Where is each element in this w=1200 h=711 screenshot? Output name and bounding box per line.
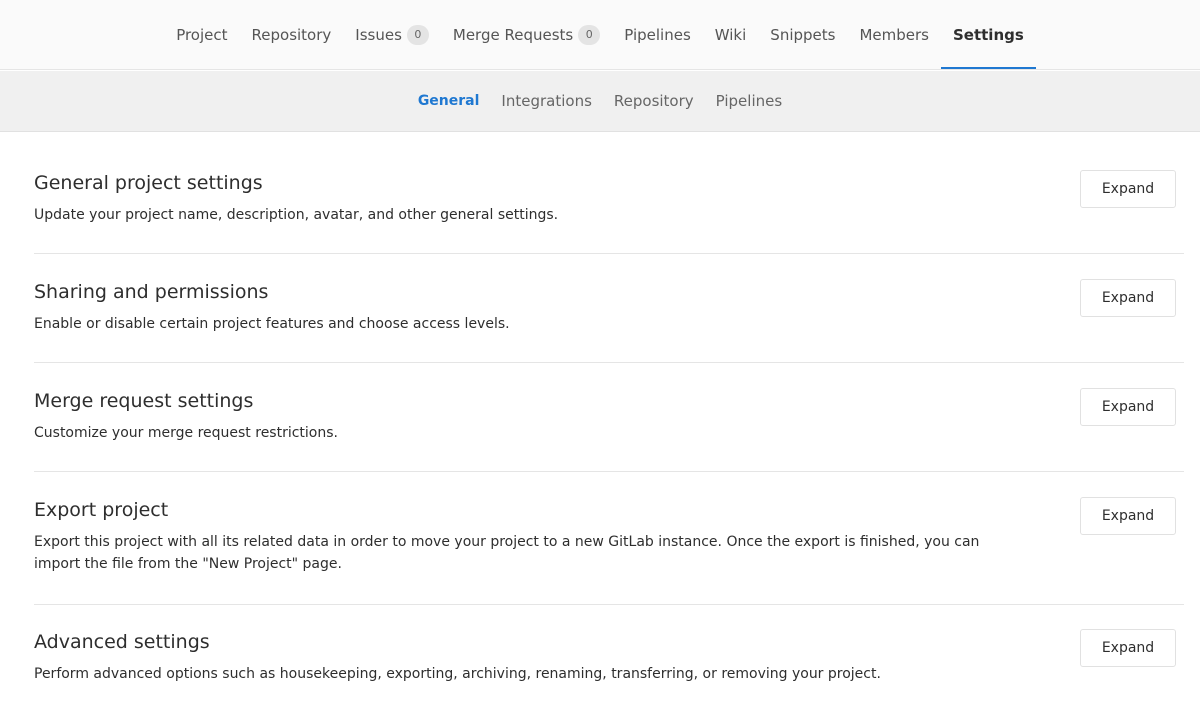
tab-label: Issues (355, 25, 402, 44)
expand-export-project-button[interactable]: Expand (1080, 497, 1176, 535)
tab-label: Pipelines (624, 25, 691, 44)
subtab-label: Repository (613, 92, 694, 110)
section-description: Customize your merge request restriction… (34, 425, 338, 441)
settings-sections: General project settings Update your pro… (34, 133, 1184, 705)
section-advanced-settings: Advanced settings Perform advanced optio… (34, 605, 1184, 705)
settings-subnav: General Integrations Repository Pipeline… (0, 71, 1200, 132)
issues-count-badge: 0 (406, 24, 429, 45)
merge-requests-count-badge: 0 (578, 24, 601, 45)
tab-members[interactable]: Members (847, 0, 941, 69)
tab-label: Repository (251, 25, 332, 44)
subtab-label: Pipelines (715, 92, 783, 110)
tab-pipelines[interactable]: Pipelines (612, 0, 703, 69)
tab-repository[interactable]: Repository (240, 0, 344, 69)
section-title: Advanced settings (34, 631, 210, 653)
section-description: Export this project with all its related… (34, 534, 980, 572)
subtab-label: General (417, 93, 480, 109)
section-title: Export project (34, 499, 169, 521)
tab-label: Project (176, 25, 228, 44)
tab-issues[interactable]: Issues 0 (343, 0, 441, 69)
section-general-project-settings: General project settings Update your pro… (34, 133, 1184, 254)
subtab-pipelines[interactable]: Pipelines (705, 71, 794, 131)
section-sharing-and-permissions: Sharing and permissions Enable or disabl… (34, 254, 1184, 363)
tab-label: Members (859, 25, 929, 44)
tab-wiki[interactable]: Wiki (703, 0, 759, 69)
section-description: Perform advanced options such as houseke… (34, 666, 881, 682)
section-merge-request-settings: Merge request settings Customize your me… (34, 363, 1184, 472)
section-title: Sharing and permissions (34, 281, 269, 303)
expand-merge-request-settings-button[interactable]: Expand (1080, 388, 1176, 426)
expand-sharing-and-permissions-button[interactable]: Expand (1080, 279, 1176, 317)
tab-label: Settings (952, 25, 1024, 44)
tab-snippets[interactable]: Snippets (758, 0, 847, 69)
section-description: Update your project name, description, a… (34, 207, 559, 223)
subtab-integrations[interactable]: Integrations (490, 71, 602, 131)
subtab-general[interactable]: General (407, 71, 491, 131)
section-export-project: Export project Export this project with … (34, 472, 1184, 605)
subtab-label: Integrations (501, 92, 592, 110)
tab-label: Snippets (770, 25, 836, 44)
tab-label: Merge Requests (452, 25, 574, 44)
expand-advanced-settings-button[interactable]: Expand (1080, 629, 1176, 667)
expand-general-project-settings-button[interactable]: Expand (1080, 170, 1176, 208)
section-title: Merge request settings (34, 390, 254, 412)
tab-merge-requests[interactable]: Merge Requests 0 (441, 0, 612, 69)
section-description: Enable or disable certain project featur… (34, 316, 510, 332)
tab-project[interactable]: Project (164, 0, 239, 69)
tab-settings[interactable]: Settings (940, 0, 1036, 69)
project-nav-tabs: Project Repository Issues 0 Merge Reques… (0, 0, 1200, 69)
project-nav: Project Repository Issues 0 Merge Reques… (0, 0, 1200, 70)
section-title: General project settings (34, 172, 263, 194)
tab-label: Wiki (714, 25, 747, 44)
subtab-repository[interactable]: Repository (603, 71, 705, 131)
